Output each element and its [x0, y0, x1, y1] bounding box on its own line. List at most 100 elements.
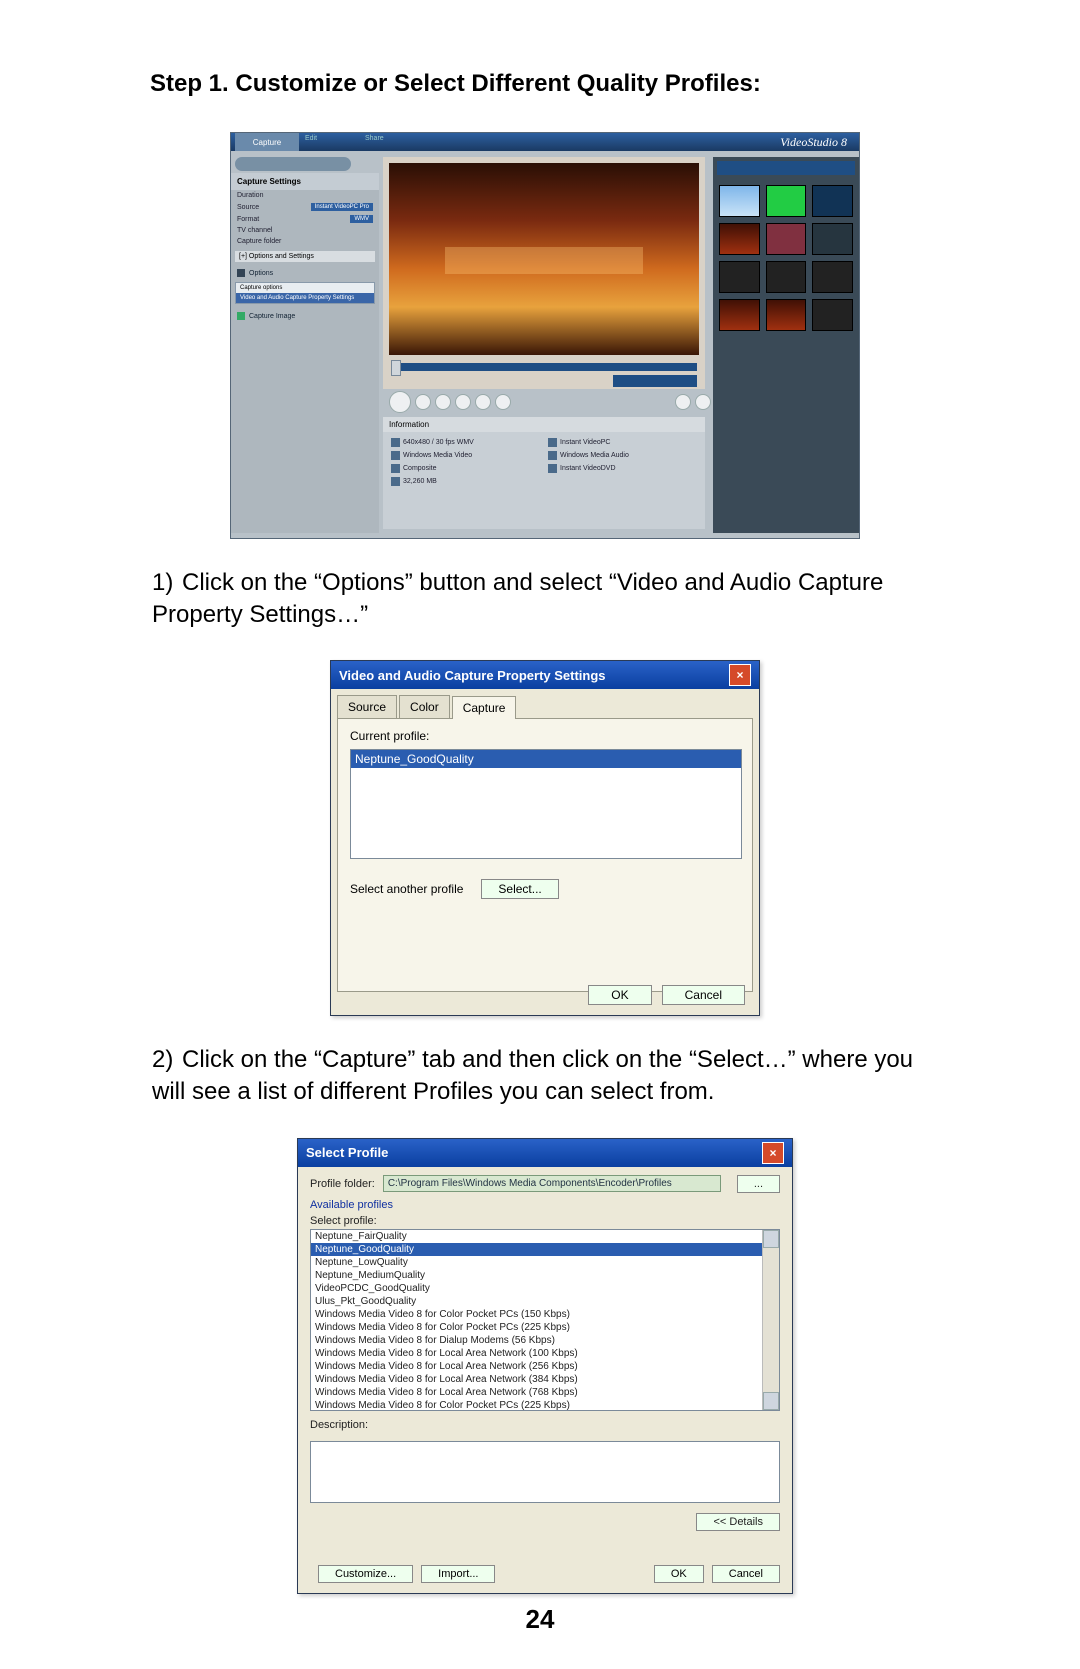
list-number: 2): [152, 1044, 182, 1076]
profile-list-item[interactable]: Windows Media Video 8 for Dialup Modems …: [311, 1334, 779, 1347]
dialog-titlebar: Select Profile ×: [298, 1139, 792, 1167]
vs-preview-frame: [389, 163, 699, 355]
current-profile-label: Current profile:: [350, 729, 740, 743]
profile-list-item[interactable]: VideoPCDC_GoodQuality: [311, 1282, 779, 1295]
vs-thumbnail[interactable]: [812, 223, 853, 255]
profile-list-item[interactable]: Windows Media Video 8 for Color Pocket P…: [311, 1399, 779, 1411]
vs-thumbnail[interactable]: [719, 261, 760, 293]
select-profile-label: Select profile:: [310, 1215, 780, 1227]
fullscreen-icon[interactable]: [695, 394, 711, 410]
screenshot-videostudio: Capture Edit Share VideoStudio 8 Capture…: [230, 132, 860, 539]
vs-thumbnail[interactable]: [719, 223, 760, 255]
vs-thumbnail[interactable]: [719, 185, 760, 217]
repeat-icon[interactable]: [495, 394, 511, 410]
prev-icon[interactable]: [415, 394, 431, 410]
vs-tab[interactable]: Edit: [305, 135, 359, 149]
vs-options-button[interactable]: Options: [231, 266, 379, 280]
ok-button[interactable]: OK: [588, 985, 651, 1005]
vs-brand-logo: VideoStudio 8: [780, 135, 847, 150]
vs-capture-image-button[interactable]: Capture Image: [231, 306, 379, 326]
profile-list-item[interactable]: Windows Media Video 8 for Local Area Net…: [311, 1386, 779, 1399]
profile-list-item[interactable]: Neptune_MediumQuality: [311, 1269, 779, 1282]
vs-thumbnail[interactable]: [812, 185, 853, 217]
device-icon: [548, 438, 557, 447]
profile-list-item[interactable]: Neptune_LowQuality: [311, 1256, 779, 1269]
vs-menu-item-selected[interactable]: Video and Audio Capture Property Setting…: [236, 293, 374, 303]
dialog-tabs: Source Color Capture: [331, 689, 759, 718]
profile-folder-label: Profile folder:: [310, 1178, 375, 1190]
forward-icon[interactable]: [455, 394, 471, 410]
dialog-title: Select Profile: [306, 1145, 388, 1160]
profile-list-item[interactable]: Neptune_FairQuality: [311, 1230, 779, 1243]
description-box: [310, 1441, 780, 1503]
profile-list-item[interactable]: Windows Media Video 8 for Local Area Net…: [311, 1360, 779, 1373]
close-icon[interactable]: ×: [729, 664, 751, 686]
vs-thumbnail[interactable]: [719, 299, 760, 331]
customize-button[interactable]: Customize...: [318, 1565, 413, 1583]
vs-thumbnail[interactable]: [766, 185, 807, 217]
vs-timecode: [613, 375, 697, 387]
cut-icon[interactable]: [675, 394, 691, 410]
cancel-button[interactable]: Cancel: [712, 1565, 780, 1583]
vs-tab-capture[interactable]: Capture: [235, 133, 299, 151]
details-button[interactable]: << Details: [696, 1513, 780, 1531]
vs-info-cell: 32,260 MB: [391, 477, 540, 486]
instruction-para-1: 1)Click on the “Options” button and sele…: [150, 567, 940, 630]
page-number: 24: [0, 1604, 1080, 1635]
disc-icon: [548, 464, 557, 473]
close-icon[interactable]: ×: [762, 1142, 784, 1164]
profile-list-item[interactable]: Windows Media Video 8 for Color Pocket P…: [311, 1321, 779, 1334]
step-heading: Step 1. Customize or Select Different Qu…: [150, 70, 940, 98]
vs-row-capfolder: Capture folder: [231, 236, 379, 247]
profile-list-item[interactable]: Windows Media Video 8 for Local Area Net…: [311, 1373, 779, 1386]
film-icon: [391, 438, 400, 447]
rewind-icon[interactable]: [435, 394, 451, 410]
video-icon: [391, 451, 400, 460]
vs-thumbnail[interactable]: [812, 299, 853, 331]
screenshot-property-settings: Video and Audio Capture Property Setting…: [330, 660, 760, 1016]
vs-info-cell: Windows Media Video: [391, 451, 540, 460]
tab-color[interactable]: Color: [399, 695, 450, 718]
profile-list-item[interactable]: Windows Media Video 8 for Color Pocket P…: [311, 1308, 779, 1321]
profile-list-item[interactable]: Windows Media Video 8 for Local Area Net…: [311, 1347, 779, 1360]
camera-icon: [237, 312, 245, 320]
profile-list-item[interactable]: Ulus_Pkt_GoodQuality: [311, 1295, 779, 1308]
vs-thumbnail[interactable]: [812, 261, 853, 293]
browse-button[interactable]: ...: [737, 1175, 780, 1193]
ok-button[interactable]: OK: [654, 1565, 704, 1583]
vs-thumbnail[interactable]: [766, 261, 807, 293]
vs-tab[interactable]: Share: [365, 135, 419, 149]
current-profile-listbox[interactable]: Neptune_GoodQuality: [350, 749, 742, 859]
description-label: Description:: [310, 1419, 780, 1431]
profiles-listbox[interactable]: Neptune_FairQualityNeptune_GoodQualityNe…: [310, 1229, 780, 1411]
play-icon[interactable]: [389, 391, 411, 413]
scrollbar[interactable]: [762, 1230, 779, 1410]
disk-icon: [391, 477, 400, 486]
vs-thumbnail[interactable]: [766, 223, 807, 255]
vs-library-dropdown[interactable]: [717, 161, 855, 175]
vs-subbar: [235, 157, 351, 171]
vs-left-panel: Capture Settings Duration SourceInstant …: [231, 173, 379, 533]
vs-menu-item[interactable]: Capture options: [236, 283, 374, 293]
vs-row-duration: Duration: [231, 190, 379, 201]
vs-preview: [383, 157, 705, 389]
select-button[interactable]: Select...: [481, 879, 558, 899]
vs-thumbnail[interactable]: [766, 299, 807, 331]
profile-folder-path[interactable]: C:\Program Files\Windows Media Component…: [383, 1175, 721, 1192]
vs-expander[interactable]: [+] Options and Settings: [235, 251, 375, 262]
vs-info-cell: Composite: [391, 464, 540, 473]
dialog-title: Video and Audio Capture Property Setting…: [339, 668, 606, 683]
tab-source[interactable]: Source: [337, 695, 397, 718]
profile-item-selected[interactable]: Neptune_GoodQuality: [351, 750, 741, 768]
profile-list-item[interactable]: Neptune_GoodQuality: [311, 1243, 779, 1256]
vs-scrub-bar[interactable]: [391, 363, 697, 371]
import-button[interactable]: Import...: [421, 1565, 495, 1583]
dialog-pane: Current profile: Neptune_GoodQuality Sel…: [337, 718, 753, 992]
vs-info-cell: Instant VideoPC: [548, 438, 697, 447]
cancel-button[interactable]: Cancel: [662, 985, 745, 1005]
screenshot-select-profile: Select Profile × Profile folder: C:\Prog…: [297, 1138, 793, 1594]
vs-row-format: FormatWMV: [231, 213, 379, 225]
tab-capture[interactable]: Capture: [452, 696, 517, 719]
gear-icon: [237, 269, 245, 277]
next-icon[interactable]: [475, 394, 491, 410]
